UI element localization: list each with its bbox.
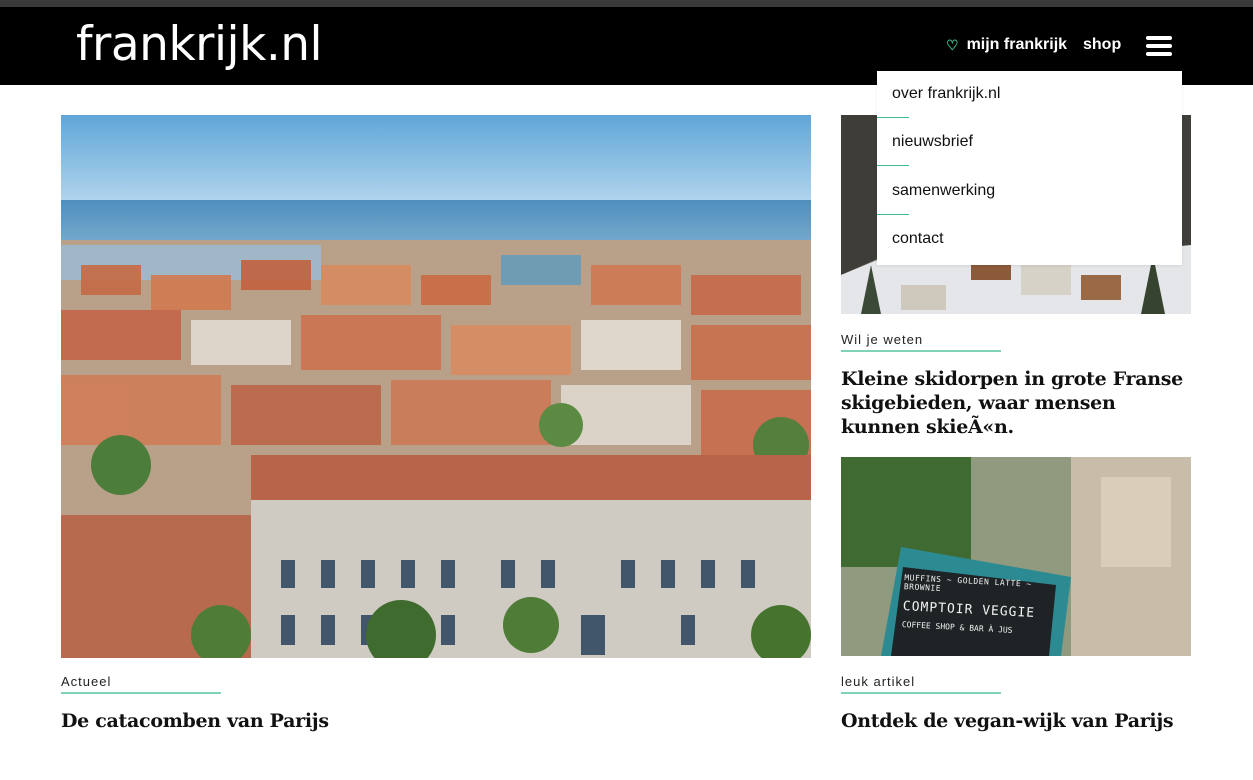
menu-divider <box>877 165 909 166</box>
my-france-link[interactable]: ♡ mijn frankrijk <box>946 36 1067 54</box>
vegan-article-image[interactable]: MUFFINS ~ GOLDEN LATTE ~ BROWNIE COMPTOI… <box>841 457 1191 656</box>
main-article-category[interactable]: Actueel <box>61 674 111 689</box>
main-category-underline <box>61 692 221 694</box>
menu-item-newsletter[interactable]: nieuwsbrief <box>892 133 973 151</box>
menu-item-contact[interactable]: contact <box>892 230 944 248</box>
ski-article-title[interactable]: Kleine skidorpen in grote Franse skigebi… <box>841 367 1191 439</box>
menu-divider <box>877 214 909 215</box>
hamburger-menu-icon[interactable] <box>1146 36 1172 56</box>
vegan-article-category[interactable]: leuk artikel <box>841 674 915 689</box>
site-logo[interactable]: frankrijk.nl <box>76 17 323 72</box>
ski-article-category[interactable]: Wil je weten <box>841 332 923 347</box>
vegan-category-underline <box>841 692 1001 694</box>
main-article-title[interactable]: De catacomben van Parijs <box>61 709 811 733</box>
ski-category-underline <box>841 350 1001 352</box>
browser-top-strip <box>0 0 1253 7</box>
shop-link[interactable]: shop <box>1083 36 1121 54</box>
menu-dropdown: over frankrijk.nl nieuwsbrief samenwerki… <box>877 71 1182 265</box>
menu-divider <box>877 117 909 118</box>
menu-item-partnership[interactable]: samenwerking <box>892 182 995 200</box>
heart-icon: ♡ <box>946 36 959 53</box>
main-article-image[interactable] <box>61 115 811 658</box>
menu-item-about[interactable]: over frankrijk.nl <box>892 85 1000 103</box>
my-france-label: mijn frankrijk <box>966 36 1068 53</box>
chalkboard-text-main: COMPTOIR VEGGIE <box>902 599 1036 621</box>
vegan-article-title[interactable]: Ontdek de vegan-wijk van Parijs <box>841 709 1191 733</box>
